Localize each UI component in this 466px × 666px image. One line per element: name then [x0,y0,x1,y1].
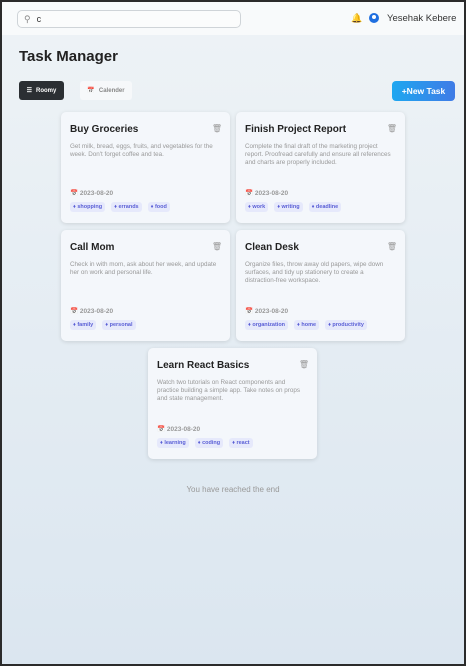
tag-label: organization [252,322,286,328]
tag-label: home [301,322,317,328]
tag-list: ♦ learning ♦ coding ♦ react [157,438,253,448]
task-title: Finish Project Report [245,124,347,135]
end-message: You have reached the end [186,485,280,494]
tag: ♦ react [229,438,253,448]
task-card[interactable]: Learn React Basics 🗑 Watch two tutorials… [148,348,317,459]
tag: ♦ organization [245,320,289,330]
calendar-label: Calender [98,87,125,94]
date-text: 2023-08-20 [166,426,201,433]
task-description: Complete the final draft of the marketin… [245,143,391,166]
calendar-view-button[interactable]: 📅 Calender [80,81,132,100]
tag: ♦ errands [111,202,142,212]
roomy-label: Roomy [36,87,57,94]
user-name[interactable]: Yesehak Kebere [387,13,456,24]
app: ⚲ 🔔 Yesehak Kebere Task Manager ☰Roomy 📅… [2,2,464,664]
tag: ♦ work [245,202,269,212]
calendar-icon: 📅 [70,308,79,315]
top-header: ⚲ 🔔 Yesehak Kebere [2,2,464,35]
task-title: Learn React Basics [157,360,250,371]
task-date: 📅 2023-08-20 [245,307,288,315]
tag-label: errands [118,204,139,210]
task-card[interactable]: Buy Groceries 🗑 Get milk, bread, eggs, f… [61,112,230,223]
task-description: Organize files, throw away old papers, w… [245,261,384,284]
task-card[interactable]: Call Mom 🗑 Check in with mom, ask about … [61,230,230,341]
new-task-button[interactable]: +New Task [392,81,455,101]
tag: ♦ family [70,320,97,330]
tag: ♦ home [294,320,320,330]
tag-list: ♦ organization ♦ home ♦ productivity [245,320,367,330]
tag-label: react [236,440,250,446]
tag: ♦ food [147,202,170,212]
task-title: Call Mom [70,242,115,253]
task-title: Buy Groceries [70,124,139,135]
calendar-icon: 📅 [157,426,166,433]
tag: ♦ writing [274,202,303,212]
search-icon: ⚲ [24,13,31,24]
trash-icon[interactable]: 🗑 [299,360,309,369]
tag-list: ♦ shopping ♦ errands ♦ food [70,202,170,212]
trash-icon[interactable]: 🗑 [212,124,222,133]
tag-label: coding [202,440,221,446]
bell-icon[interactable]: 🔔 [351,13,362,24]
task-description: Watch two tutorials on React components … [157,379,301,402]
tag-list: ♦ work ♦ writing ♦ deadline [245,202,342,212]
date-text: 2023-08-20 [79,308,114,315]
tag-label: deadline [315,204,339,210]
tag: ♦ deadline [308,202,342,212]
tag-label: food [154,204,167,210]
list-icon: ☰ [26,88,33,94]
date-text: 2023-08-20 [254,308,289,315]
date-text: 2023-08-20 [254,190,289,197]
calendar-icon: 📅 [87,88,95,94]
task-date: 📅 2023-08-20 [70,307,113,315]
tag: ♦ shopping [70,202,106,212]
tag-label: learning [164,440,186,446]
tag: ♦ personal [102,320,136,330]
tag-label: shopping [77,204,103,210]
trash-icon[interactable]: 🗑 [212,242,222,251]
tag-label: writing [281,204,300,210]
tag: ♦ learning [157,438,189,448]
search-input[interactable] [36,14,227,24]
roomy-view-button[interactable]: ☰ Roomy [19,81,64,100]
calendar-icon: 📅 [70,190,79,197]
calendar-icon: 📅 [245,308,254,315]
calendar-icon: 📅 [245,190,254,197]
task-card[interactable]: Clean Desk 🗑 Organize files, throw away … [236,230,405,341]
tag-list: ♦ family ♦ personal [70,320,136,330]
task-date: 📅 2023-08-20 [70,189,113,197]
task-title: Clean Desk [245,242,299,253]
trash-icon[interactable]: 🗑 [387,242,397,251]
task-date: 📅 2023-08-20 [245,189,288,197]
task-description: Check in with mom, ask about her week, a… [70,261,217,276]
date-text: 2023-08-20 [79,190,114,197]
trash-icon[interactable]: 🗑 [387,124,397,133]
task-card[interactable]: Finish Project Report 🗑 Complete the fin… [236,112,405,223]
tag-label: productivity [332,322,364,328]
task-date: 📅 2023-08-20 [157,425,200,433]
tag-label: personal [109,322,133,328]
page-title: Task Manager [19,48,118,65]
tag-label: work [252,204,266,210]
user-avatar-icon[interactable] [369,13,379,23]
tag: ♦ productivity [325,320,367,330]
tag: ♦ coding [194,438,224,448]
tag-label: family [77,322,94,328]
task-description: Get milk, bread, eggs, fruits, and veget… [70,143,213,158]
search-bar[interactable]: ⚲ [17,10,241,28]
